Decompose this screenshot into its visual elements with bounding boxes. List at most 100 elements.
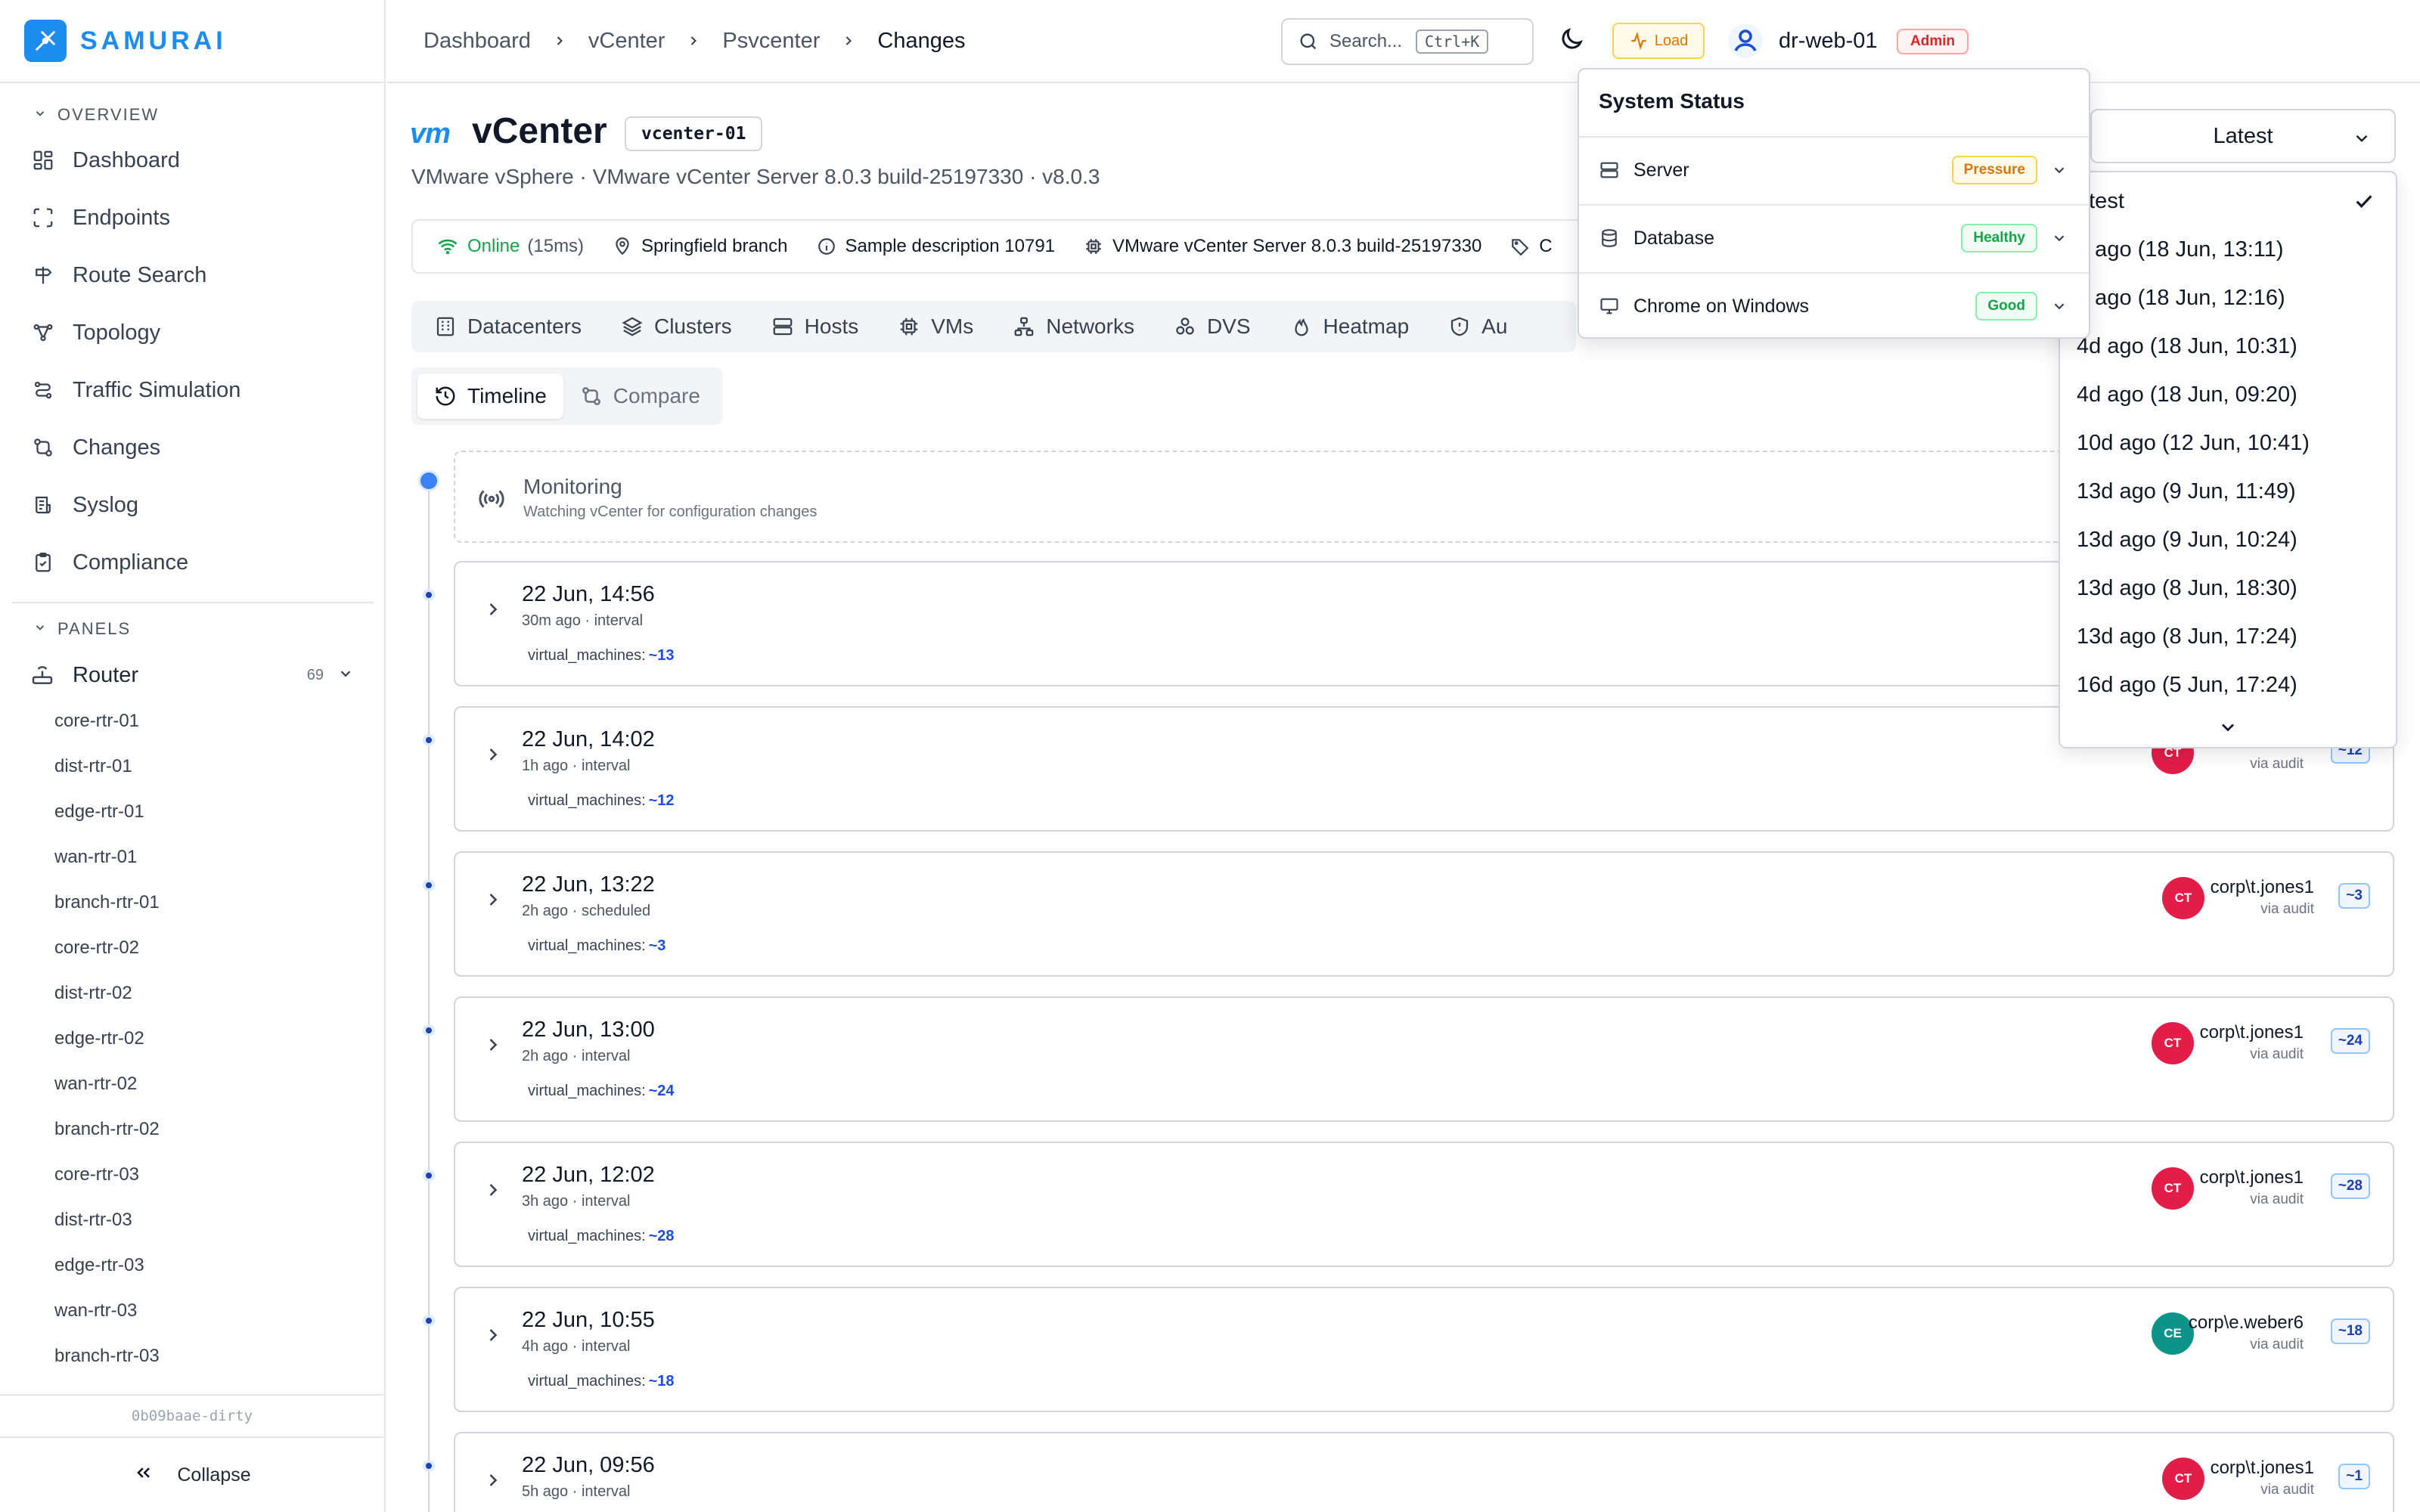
tab-dvs[interactable]: DVS [1174, 314, 1251, 339]
timeline-dot [423, 1024, 435, 1036]
version-option[interactable]: 4d ago (18 Jun, 10:31) [2077, 334, 2297, 359]
router-item[interactable]: wan-rtr-02 [0, 1061, 384, 1107]
breadcrumb-item: Changes [877, 28, 966, 53]
breadcrumb-item[interactable]: Psvcenter [722, 29, 820, 54]
expand-chevron-icon[interactable] [482, 1034, 504, 1059]
status-badge: Pressure [1951, 156, 2037, 184]
history-icon [434, 385, 467, 407]
user-avatar-icon[interactable] [1727, 23, 1764, 63]
sidebar-item-topology[interactable]: Topology [0, 304, 384, 361]
breadcrumb-item[interactable]: vCenter [588, 29, 666, 54]
signpost-icon [30, 262, 56, 288]
router-item[interactable]: branch-rtr-03 [0, 1334, 384, 1379]
router-item[interactable]: core-rtr-03 [0, 1152, 384, 1198]
wifi-icon [437, 236, 467, 257]
router-item[interactable]: branch-rtr-02 [0, 1107, 384, 1152]
entry-time: 22 Jun, 14:56 [522, 582, 655, 606]
tab-hosts[interactable]: Hosts [771, 314, 858, 339]
version-option[interactable]: 4d ago (18 Jun, 09:20) [2077, 383, 2297, 407]
tab-clusters[interactable]: Clusters [621, 314, 732, 339]
version-option[interactable]: 10d ago (12 Jun, 10:41) [2077, 431, 2310, 456]
version-option[interactable]: 13d ago (9 Jun, 11:49) [2077, 479, 2296, 504]
entry-change-summary: virtual_machines: ~13 [528, 647, 675, 665]
sidebar-item-traffic-simulation[interactable]: Traffic Simulation [0, 361, 384, 419]
tab-timeline[interactable]: Timeline [417, 373, 563, 419]
router-item[interactable]: dist-rtr-03 [0, 1198, 384, 1243]
sidebar-item-dashboard[interactable]: Dashboard [0, 132, 384, 189]
router-item[interactable]: branch-rtr-01 [0, 880, 384, 925]
router-icon [30, 662, 56, 688]
sidebar-item-route-search[interactable]: Route Search [0, 246, 384, 304]
panel-router[interactable]: Router 69 [0, 650, 384, 700]
entry-meta: 4h ago · interval [522, 1338, 631, 1355]
router-item[interactable]: wan-rtr-03 [0, 1288, 384, 1334]
overview-section-toggle[interactable]: OVERVIEW [0, 98, 384, 132]
version-option[interactable]: 13d ago (8 Jun, 18:30) [2077, 576, 2297, 601]
cpu-icon [1084, 237, 1112, 256]
sidebar-item-syslog[interactable]: Syslog [0, 476, 384, 534]
expand-chevron-icon[interactable] [482, 1179, 504, 1204]
tags: C [1510, 236, 1553, 257]
tag-icon [1510, 237, 1539, 256]
tab-vms[interactable]: VMs [898, 314, 973, 339]
router-item[interactable]: core-rtr-02 [0, 925, 384, 971]
router-item[interactable]: core-rtr-01 [0, 699, 384, 744]
search-input[interactable]: Search... Ctrl+K [1281, 18, 1534, 65]
router-item[interactable]: dist-rtr-01 [0, 744, 384, 789]
version-select[interactable]: Latest [2090, 109, 2396, 163]
sidebar-item-endpoints[interactable]: Endpoints [0, 189, 384, 246]
device-id-chip[interactable]: vcenter-01 [625, 116, 763, 151]
version-option[interactable]: 16d ago (5 Jun, 17:24) [2077, 673, 2297, 698]
version-option[interactable]: 13d ago (9 Jun, 10:24) [2077, 528, 2297, 553]
tab-label: Au [1481, 314, 1508, 338]
router-item[interactable]: edge-rtr-03 [0, 1243, 384, 1288]
router-item[interactable]: dist-rtr-02 [0, 971, 384, 1016]
expand-chevron-icon[interactable] [482, 599, 504, 624]
product-label: VMware vCenter Server 8.0.3 build-251973… [1112, 236, 1482, 256]
tab-heatmap[interactable]: Heatmap [1290, 314, 1410, 339]
user-name[interactable]: dr-web-01 [1779, 29, 1878, 54]
change-entry[interactable]: 22 Jun, 10:55 4h ago · interval virtual_ma… [454, 1287, 2394, 1412]
tab-networks[interactable]: Networks [1013, 314, 1134, 339]
router-item[interactable]: edge-rtr-01 [0, 789, 384, 835]
version-option[interactable]: 13d ago (8 Jun, 17:24) [2077, 624, 2297, 649]
expand-chevron-icon[interactable] [482, 1470, 504, 1495]
version-option[interactable]: d ago (18 Jun, 12:16) [2077, 286, 2285, 311]
sidebar-item-compliance[interactable]: Compliance [0, 534, 384, 591]
location: Springfield branch [613, 236, 788, 257]
entry-meta: 5h ago · interval [522, 1483, 631, 1500]
sidebar-item-changes[interactable]: Changes [0, 419, 384, 476]
tab-datacenters[interactable]: Datacenters [434, 314, 582, 339]
collapse-sidebar-button[interactable]: Collapse [0, 1438, 384, 1512]
breadcrumb-item[interactable]: Dashboard [424, 29, 531, 54]
change-entry[interactable]: 22 Jun, 13:00 2h ago · interval virtual_ma… [454, 996, 2394, 1122]
tab-au[interactable]: Au [1448, 314, 1507, 339]
panels-section-toggle[interactable]: PANELS [0, 612, 384, 646]
tab-compare[interactable]: Compare [563, 373, 717, 419]
status-row-server[interactable]: Server Pressure [1579, 136, 2089, 203]
change-entry[interactable]: 22 Jun, 09:56 5h ago · interval CT corp\t.j… [454, 1432, 2394, 1512]
version-option[interactable]: d ago (18 Jun, 13:11) [2077, 237, 2284, 262]
change-field: virtual_machines: [528, 1373, 646, 1390]
entry-source: via audit [2250, 756, 2304, 772]
tab-label: Clusters [653, 314, 732, 338]
topology-icon [30, 320, 56, 345]
router-item[interactable]: wan-rtr-01 [0, 835, 384, 880]
expand-chevron-icon[interactable] [482, 1325, 504, 1349]
expand-chevron-icon[interactable] [482, 744, 504, 769]
logo[interactable]: SAMURAI [0, 0, 384, 83]
tab-label: Heatmap [1323, 314, 1410, 338]
router-item[interactable]: edge-rtr-02 [0, 1016, 384, 1061]
scroll-down-chevron-icon[interactable] [2217, 717, 2238, 742]
change-entry[interactable]: 22 Jun, 12:02 3h ago · interval virtual_ma… [454, 1142, 2394, 1267]
status-row-database[interactable]: Database Healthy [1579, 204, 2089, 271]
moon-icon [1558, 28, 1585, 56]
tab-label: Networks [1046, 314, 1134, 338]
router-count-badge: 69 [306, 666, 324, 683]
change-field: virtual_machines: [528, 1083, 646, 1099]
load-button[interactable]: Load [1612, 23, 1705, 59]
theme-toggle-button[interactable] [1558, 26, 1585, 57]
expand-chevron-icon[interactable] [482, 889, 504, 914]
change-entry[interactable]: 22 Jun, 13:22 2h ago · scheduled virtual_m… [454, 851, 2394, 977]
status-row-chrome-on-windows[interactable]: Chrome on Windows Good [1579, 272, 2089, 339]
